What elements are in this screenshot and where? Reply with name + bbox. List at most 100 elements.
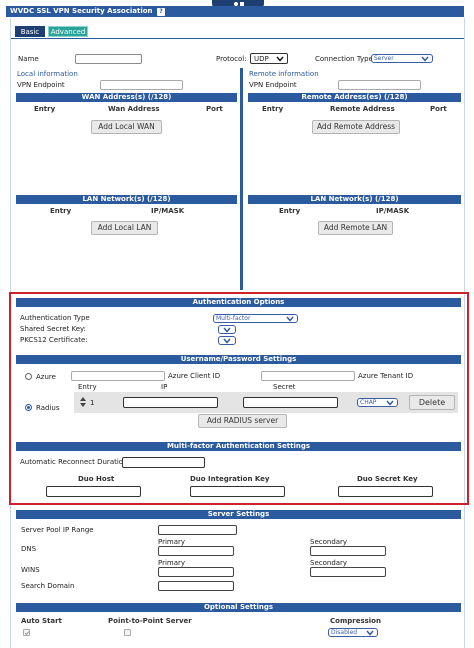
local-wan-header: WAN Address(s) (/128) — [16, 93, 237, 102]
remote-info-title: Remote information — [249, 70, 319, 78]
wins-primary-input[interactable] — [158, 567, 234, 577]
remote-addr-col-entry: Entry — [262, 105, 284, 113]
chevron-down-icon — [276, 56, 284, 62]
duo-host-label: Duo Host — [78, 475, 115, 483]
protocol-label: Protocol: — [216, 55, 247, 63]
name-input[interactable] — [75, 54, 142, 64]
duo-integration-key-input[interactable] — [190, 486, 285, 497]
reconnect-duration-label: Automatic Reconnect Duration — [20, 458, 128, 466]
radius-col-ip: IP — [161, 383, 168, 391]
local-lan-header: LAN Network(s) (/128) — [16, 195, 237, 204]
local-vpn-endpoint-input[interactable] — [100, 80, 183, 90]
radius-col-entry: Entry — [78, 383, 97, 391]
chevron-down-icon — [223, 338, 231, 344]
compression-select[interactable]: Disabled — [328, 628, 378, 637]
chevron-down-icon — [286, 316, 294, 322]
azure-label: Azure — [36, 373, 56, 381]
chap-select[interactable]: CHAP — [357, 398, 398, 407]
azure-client-id-label: Azure Client ID — [168, 372, 221, 380]
auto-start-checkbox[interactable] — [23, 629, 30, 636]
azure-client-id-input[interactable] — [71, 371, 165, 381]
duo-secret-key-label: Duo Secret Key — [357, 475, 418, 483]
optional-header: Optional Settings — [16, 603, 461, 612]
pkcs12-label: PKCS12 Certificate: — [20, 336, 88, 344]
radius-col-secret: Secret — [273, 383, 296, 391]
auth-type-label: Authentication Type — [20, 314, 90, 322]
add-local-wan-button[interactable]: Add Local WAN — [91, 120, 162, 134]
local-wan-col-port: Port — [206, 105, 223, 113]
check-icon — [24, 631, 30, 636]
drag-handle-icon[interactable] — [80, 397, 86, 407]
remote-vpn-endpoint-input[interactable] — [338, 80, 421, 90]
remote-lan-header: LAN Network(s) (/128) — [248, 195, 461, 204]
auth-type-select[interactable]: Multi-factor — [213, 314, 298, 323]
shared-secret-label: Shared Secret Key: — [20, 325, 87, 333]
add-radius-server-button[interactable]: Add RADIUS server — [198, 414, 287, 428]
pkcs12-select[interactable] — [218, 336, 236, 345]
title-bar: WVDC SSL VPN Security Association ? — [6, 6, 464, 17]
remote-addr-col-address: Remote Address — [330, 105, 395, 113]
chap-value: CHAP — [360, 399, 377, 406]
local-lan-col-ipmask: IP/MASK — [151, 207, 185, 215]
server-header: Server Settings — [16, 510, 461, 519]
server-pool-label: Server Pool IP Range — [21, 526, 94, 534]
ptp-server-label: Point-to-Point Server — [108, 617, 192, 625]
radius-ip-input[interactable] — [123, 397, 218, 408]
azure-radio[interactable] — [25, 373, 32, 380]
help-icon[interactable]: ? — [156, 8, 165, 16]
local-wan-col-entry: Entry — [34, 105, 56, 113]
mfa-header: Multi-factor Authentication Settings — [16, 442, 461, 451]
conn-type-label: Connection Type — [315, 55, 373, 63]
remote-addr-header: Remote Address(es) (/128) — [248, 93, 461, 102]
remote-addr-col-port: Port — [430, 105, 447, 113]
add-local-lan-button[interactable]: Add Local LAN — [91, 221, 158, 235]
delete-radius-button[interactable]: Delete — [409, 395, 455, 410]
radius-radio[interactable] — [25, 404, 32, 411]
auto-start-label: Auto Start — [21, 617, 62, 625]
compression-value: Disabled — [331, 629, 358, 636]
local-wan-col-address: Wan Address — [108, 105, 160, 113]
radius-row-entry: 1 — [90, 399, 95, 407]
dns-primary-input[interactable] — [158, 546, 234, 556]
protocol-select[interactable]: UDP — [250, 53, 288, 64]
wins-secondary-input[interactable] — [310, 567, 386, 577]
server-pool-input[interactable] — [158, 525, 237, 535]
local-info-title: Local information — [17, 70, 78, 78]
dns-primary-label: Primary — [158, 538, 186, 546]
radius-label: Radius — [36, 404, 60, 412]
auth-type-value: Multi-factor — [216, 315, 251, 322]
column-divider — [240, 68, 243, 290]
duo-host-input[interactable] — [46, 486, 141, 497]
local-lan-col-entry: Entry — [50, 207, 72, 215]
wins-label: WINS — [21, 566, 40, 574]
compression-label: Compression — [330, 617, 381, 625]
protocol-value: UDP — [254, 55, 269, 63]
dns-secondary-label: Secondary — [310, 538, 348, 546]
add-remote-address-button[interactable]: Add Remote Address — [312, 120, 400, 134]
ptp-server-checkbox[interactable] — [124, 629, 131, 636]
userpass-header: Username/Password Settings — [16, 355, 461, 364]
wins-secondary-label: Secondary — [310, 559, 348, 567]
chevron-down-icon — [366, 630, 374, 636]
duo-integration-key-label: Duo Integration Key — [190, 475, 270, 483]
page-title: WVDC SSL VPN Security Association — [10, 7, 153, 15]
dns-secondary-input[interactable] — [310, 546, 386, 556]
search-domain-input[interactable] — [158, 581, 234, 591]
remote-lan-col-entry: Entry — [279, 207, 301, 215]
chevron-down-icon — [386, 400, 394, 406]
conn-type-value: Server — [374, 55, 394, 62]
azure-tenant-id-input[interactable] — [261, 371, 355, 381]
remote-lan-col-ipmask: IP/MASK — [376, 207, 410, 215]
chevron-down-icon — [421, 56, 429, 62]
reconnect-duration-input[interactable] — [122, 457, 205, 468]
wins-primary-label: Primary — [158, 559, 186, 567]
radius-secret-input[interactable] — [243, 397, 338, 408]
shared-secret-select[interactable] — [218, 325, 236, 334]
dns-label: DNS — [21, 545, 37, 553]
duo-secret-key-input[interactable] — [338, 486, 433, 497]
conn-type-select[interactable]: Server — [371, 54, 433, 63]
azure-tenant-id-label: Azure Tenant ID — [358, 372, 414, 380]
remote-vpn-endpoint-label: VPN Endpoint — [249, 81, 297, 89]
add-remote-lan-button[interactable]: Add Remote LAN — [318, 221, 393, 235]
chevron-down-icon — [223, 327, 231, 333]
